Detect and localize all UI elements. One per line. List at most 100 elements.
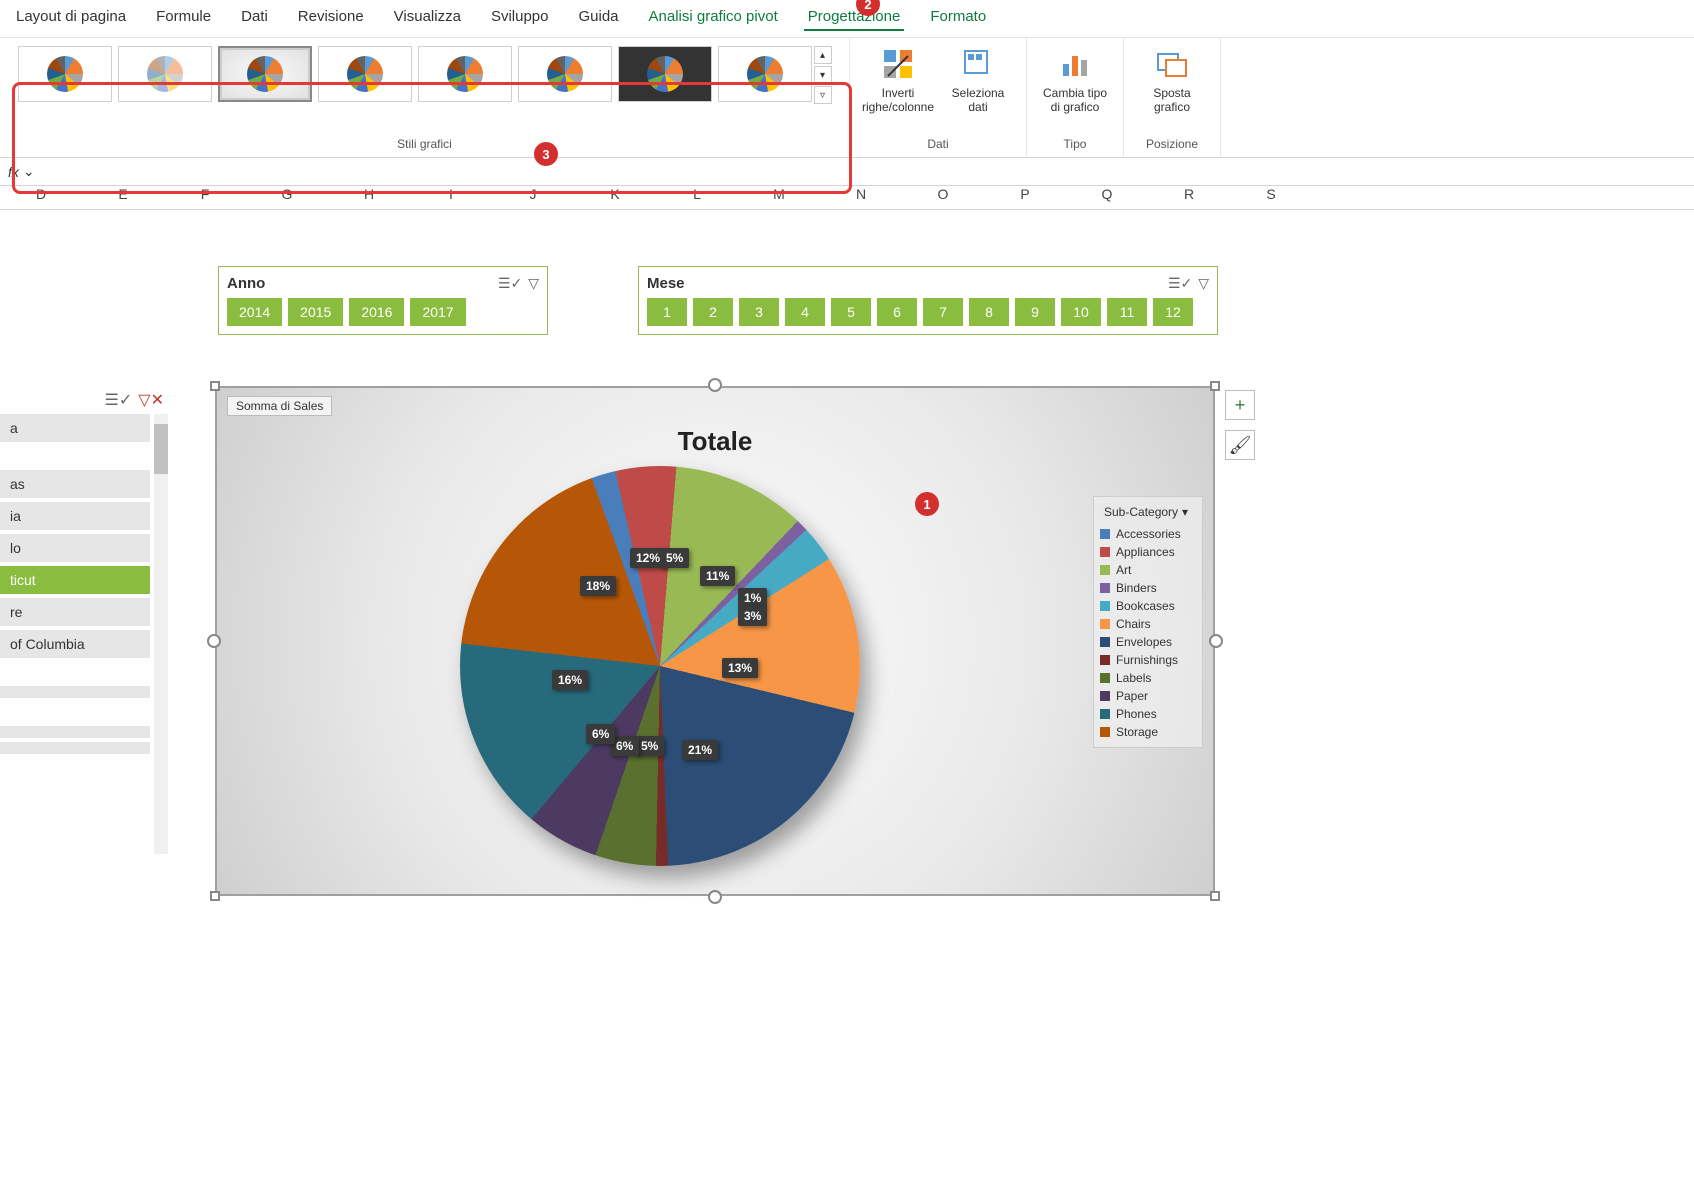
tab-analisi-pivot[interactable]: Analisi grafico pivot [645, 6, 782, 31]
col-P[interactable]: P [984, 186, 1066, 209]
col-D[interactable]: D [0, 186, 82, 209]
slicer-state-item[interactable]: lo [0, 534, 150, 562]
legend-item[interactable]: Art [1100, 561, 1196, 579]
btn-inverti-righe-colonne[interactable]: Inverti righe/colonne [858, 42, 938, 118]
tab-formule[interactable]: Formule [152, 6, 215, 31]
slicer-state-item[interactable] [0, 742, 150, 754]
slicer-anno-2017[interactable]: 2017 [410, 298, 465, 326]
btn-cambia-tipo-grafico[interactable]: Cambia tipo di grafico [1035, 42, 1115, 118]
tab-formato[interactable]: Formato [926, 6, 990, 31]
resize-handle[interactable] [1210, 891, 1220, 901]
col-R[interactable]: R [1148, 186, 1230, 209]
pivot-chart[interactable]: Somma di Sales Totale 1 12% 5% 11% 1% 3%… [215, 386, 1215, 896]
slicer-scrollbar[interactable] [154, 414, 168, 854]
col-S[interactable]: S [1230, 186, 1312, 209]
slicer-state-item[interactable]: a [0, 414, 150, 442]
col-L[interactable]: L [656, 186, 738, 209]
chart-field-button[interactable]: Somma di Sales [227, 396, 332, 416]
chart-style-2[interactable] [118, 46, 212, 102]
slicer-mese-5[interactable]: 5 [831, 298, 871, 326]
legend-item[interactable]: Labels [1100, 669, 1196, 687]
slicer-mese-4[interactable]: 4 [785, 298, 825, 326]
slicer-state-item[interactable]: re [0, 598, 150, 626]
slicer-anno-2016[interactable]: 2016 [349, 298, 404, 326]
legend-item[interactable]: Accessories [1100, 525, 1196, 543]
slicer-state-item[interactable]: as [0, 470, 150, 498]
pie-chart[interactable]: 12% 5% 11% 1% 3% 13% 21% 5% 6% 6% 16% 18… [460, 466, 860, 866]
slicer-clear-icon[interactable]: ▽ [528, 275, 539, 292]
tab-dati[interactable]: Dati [237, 6, 272, 31]
slicer-mese-6[interactable]: 6 [877, 298, 917, 326]
tab-layout[interactable]: Layout di pagina [12, 6, 130, 31]
resize-handle[interactable] [1210, 381, 1220, 391]
formula-input[interactable] [43, 164, 1686, 179]
chart-style-3[interactable] [218, 46, 312, 102]
chart-styles-icon[interactable]: 🖌 [1225, 430, 1255, 460]
legend-item[interactable]: Appliances [1100, 543, 1196, 561]
tab-guida[interactable]: Guida [574, 6, 622, 31]
col-E[interactable]: E [82, 186, 164, 209]
chart-style-6[interactable] [518, 46, 612, 102]
col-Q[interactable]: Q [1066, 186, 1148, 209]
slicer-state-item[interactable] [0, 686, 150, 698]
slicer-mese-3[interactable]: 3 [739, 298, 779, 326]
resize-handle[interactable] [207, 634, 221, 648]
gallery-down-icon[interactable]: ▾ [814, 66, 832, 84]
slicer-mese-10[interactable]: 10 [1061, 298, 1101, 326]
legend-item[interactable]: Phones [1100, 705, 1196, 723]
slicer-mese-2[interactable]: 2 [693, 298, 733, 326]
chart-legend[interactable]: Sub-Category▾ AccessoriesAppliancesArtBi… [1093, 496, 1203, 748]
gallery-up-icon[interactable]: ▴ [814, 46, 832, 64]
tab-progettazione[interactable]: Progettazione [804, 6, 905, 31]
col-M[interactable]: M [738, 186, 820, 209]
chart-title[interactable]: Totale [215, 426, 1215, 457]
chart-style-7[interactable] [618, 46, 712, 102]
slicer-mese-12[interactable]: 12 [1153, 298, 1193, 326]
resize-handle[interactable] [708, 890, 722, 904]
slicer-state-item-selected[interactable]: ticut [0, 566, 150, 594]
btn-sposta-grafico[interactable]: Sposta grafico [1132, 42, 1212, 118]
col-J[interactable]: J [492, 186, 574, 209]
sheet-grid[interactable]: Anno ☰✓ ▽ 2014 2015 2016 2017 Mese ☰✓ ▽ … [0, 210, 1694, 970]
slicer-state-item[interactable] [0, 726, 150, 738]
slicer-mese-9[interactable]: 9 [1015, 298, 1055, 326]
tab-revisione[interactable]: Revisione [294, 6, 368, 31]
legend-item[interactable]: Bookcases [1100, 597, 1196, 615]
col-G[interactable]: G [246, 186, 328, 209]
slicer-state-item[interactable]: of Columbia [0, 630, 150, 658]
slicer-state-item[interactable]: ia [0, 502, 150, 530]
tab-sviluppo[interactable]: Sviluppo [487, 6, 553, 31]
slicer-clear-icon[interactable]: ▽ [1198, 275, 1209, 292]
chart-style-1[interactable] [18, 46, 112, 102]
legend-item[interactable]: Furnishings [1100, 651, 1196, 669]
slicer-mese-1[interactable]: 1 [647, 298, 687, 326]
col-K[interactable]: K [574, 186, 656, 209]
legend-field-button[interactable]: Sub-Category▾ [1100, 503, 1196, 521]
resize-handle[interactable] [210, 381, 220, 391]
formula-dropdown-icon[interactable]: ⌄ [23, 163, 35, 180]
col-F[interactable]: F [164, 186, 246, 209]
col-H[interactable]: H [328, 186, 410, 209]
chart-elements-icon[interactable]: + [1225, 390, 1255, 420]
slicer-multiselect-icon[interactable]: ☰✓ [498, 275, 522, 292]
slicer-clear-icon[interactable]: ▽✕ [138, 390, 164, 410]
slicer-anno-2014[interactable]: 2014 [227, 298, 282, 326]
legend-item[interactable]: Storage [1100, 723, 1196, 741]
legend-item[interactable]: Envelopes [1100, 633, 1196, 651]
chart-style-5[interactable] [418, 46, 512, 102]
gallery-more-icon[interactable]: ▿ [814, 86, 832, 104]
chart-style-4[interactable] [318, 46, 412, 102]
resize-handle[interactable] [1209, 634, 1223, 648]
legend-item[interactable]: Paper [1100, 687, 1196, 705]
resize-handle[interactable] [210, 891, 220, 901]
slicer-mese-11[interactable]: 11 [1107, 298, 1147, 326]
resize-handle[interactable] [708, 378, 722, 392]
tab-visualizza[interactable]: Visualizza [390, 6, 465, 31]
legend-item[interactable]: Binders [1100, 579, 1196, 597]
slicer-multiselect-icon[interactable]: ☰✓ [1168, 275, 1192, 292]
slicer-mese-8[interactable]: 8 [969, 298, 1009, 326]
legend-item[interactable]: Chairs [1100, 615, 1196, 633]
slicer-multiselect-icon[interactable]: ☰✓ [105, 390, 133, 410]
col-I[interactable]: I [410, 186, 492, 209]
slicer-anno-2015[interactable]: 2015 [288, 298, 343, 326]
